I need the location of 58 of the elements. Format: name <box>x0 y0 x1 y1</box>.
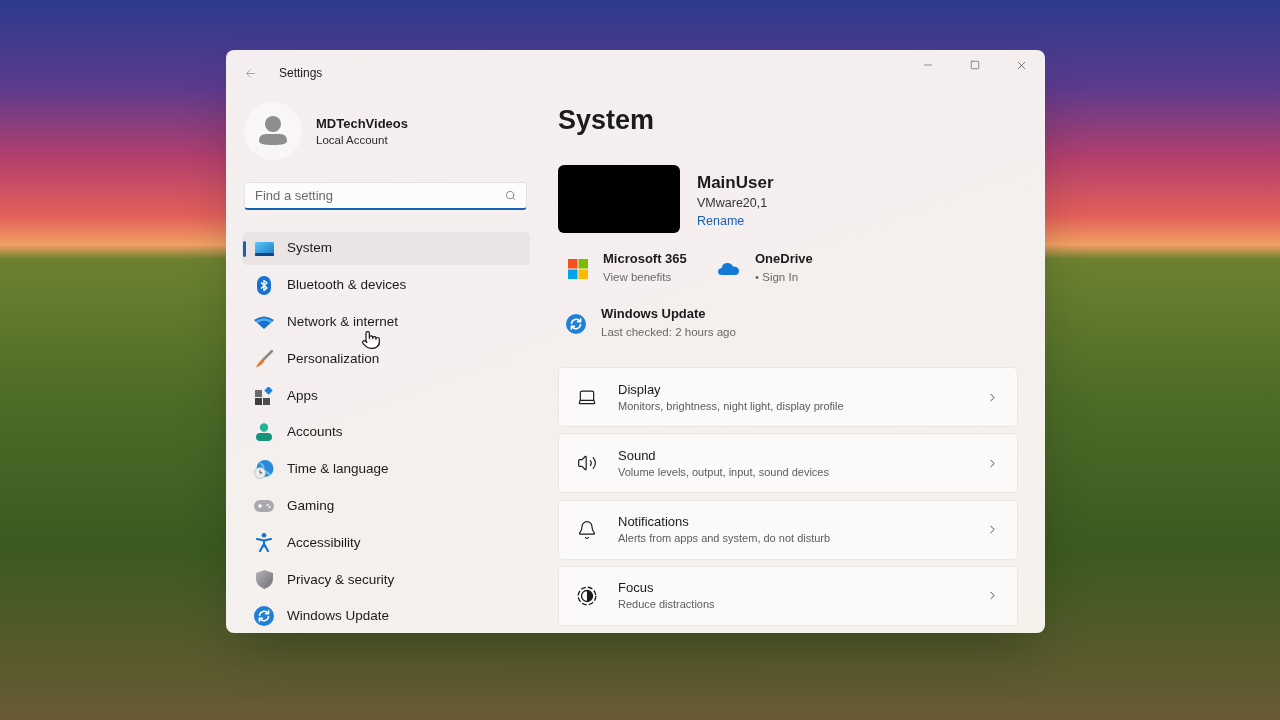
settings-card[interactable]: Notifications Alerts from apps and system, do not disturb <box>558 499 1018 560</box>
rename-link[interactable]: Rename <box>697 212 745 230</box>
card-title: Notifications <box>618 513 690 531</box>
settings-card[interactable]: Sound Volume levels, output, input, sound devices <box>558 433 1018 494</box>
gamepad-icon <box>254 500 274 513</box>
nav-item[interactable]: Personalization <box>242 342 530 376</box>
paintbrush-icon <box>255 349 273 368</box>
bluetooth-icon <box>257 275 271 295</box>
nav-item[interactable]: Accessibility <box>242 526 530 560</box>
quick-link-title: OneDrive <box>755 250 813 268</box>
card-description: Alerts from apps and system, do not disturb <box>618 531 831 547</box>
cloud-icon <box>718 262 739 275</box>
nav-item[interactable]: Windows Update <box>242 599 530 633</box>
nav-item[interactable]: Time & language <box>242 452 530 486</box>
card-title: Focus <box>618 579 655 597</box>
four-squares-logo-icon <box>567 258 588 279</box>
nav-item[interactable]: Gaming <box>242 489 530 523</box>
quick-link-action[interactable]: View benefits <box>603 268 672 287</box>
nav-item[interactable]: Bluetooth & devices <box>242 268 530 302</box>
nav-item[interactable]: Privacy & security <box>242 563 530 597</box>
person-icon <box>256 423 272 442</box>
shield-icon <box>255 570 273 590</box>
card-title: Display <box>618 380 662 398</box>
hand-cursor-icon <box>361 330 381 350</box>
update-status: Last checked: 2 hours ago <box>601 325 736 340</box>
bell-icon <box>577 519 597 540</box>
page-title: System <box>558 104 656 137</box>
selection-indicator <box>243 240 246 257</box>
maximize-icon <box>969 60 980 70</box>
window-title: Settings <box>279 65 323 82</box>
back-arrow-icon <box>243 66 257 80</box>
settings-card[interactable]: Focus Reduce distractions <box>558 565 1018 626</box>
accessibility-icon <box>256 533 272 553</box>
quick-link-title: Microsoft 365 <box>603 250 687 268</box>
refresh-icon <box>254 606 274 627</box>
card-description: Monitors, brightness, night light, display profile <box>618 398 844 414</box>
wifi-icon <box>254 315 274 329</box>
apps-grid-icon <box>254 386 274 405</box>
monitor-icon <box>254 241 274 256</box>
account-type: Local Account <box>316 132 389 148</box>
search-field[interactable]: Find a setting <box>244 182 527 210</box>
nav-item[interactable]: Accounts <box>242 416 530 449</box>
settings-card[interactable]: Display Monitors, brightness, night light, display profile <box>558 367 1018 427</box>
quick-link-action[interactable]: • Sign In <box>755 268 799 287</box>
update-title: Windows Update <box>601 305 707 323</box>
refresh-icon <box>566 313 586 334</box>
device-model: VMware20,1 <box>697 195 769 212</box>
nav-item[interactable]: System <box>242 232 530 265</box>
device-name: MainUser <box>697 172 774 194</box>
focus-icon <box>577 585 597 606</box>
card-description: Volume levels, output, input, sound devices <box>618 464 829 480</box>
account-name: MDTechVideos <box>316 114 408 132</box>
card-title: Sound <box>618 446 657 464</box>
card-description: Reduce distractions <box>618 597 715 613</box>
globe-clock-icon <box>254 459 274 479</box>
nav-item[interactable]: Apps <box>242 379 530 413</box>
user-avatar <box>244 102 302 160</box>
search-icon <box>505 190 516 201</box>
